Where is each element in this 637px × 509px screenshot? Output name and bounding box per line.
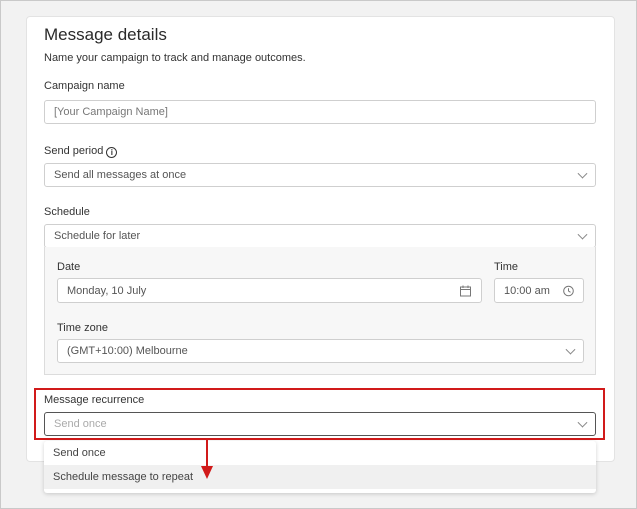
campaign-name-value: [Your Campaign Name] <box>54 106 168 118</box>
schedule-label: Schedule <box>44 206 90 218</box>
send-period-label: Send period <box>44 145 104 157</box>
dropdown-option-send-once[interactable]: Send once <box>44 441 596 465</box>
send-period-label-row: Send period i <box>44 145 118 158</box>
recurrence-select[interactable]: Send once <box>44 412 596 436</box>
page-title: Message details <box>44 25 167 44</box>
page-subtitle: Name your campaign to track and manage o… <box>44 52 306 64</box>
info-icon[interactable]: i <box>106 147 118 158</box>
calendar-icon[interactable] <box>460 285 471 296</box>
time-label: Time <box>494 261 519 273</box>
campaign-name-input[interactable]: [Your Campaign Name] <box>44 100 596 124</box>
timezone-value: (GMT+10:00) Melbourne <box>67 345 188 357</box>
timezone-select[interactable]: (GMT+10:00) Melbourne <box>57 339 584 363</box>
send-period-select[interactable]: Send all messages at once <box>44 163 596 187</box>
date-picker-input[interactable]: Monday, 10 July <box>57 278 482 303</box>
recurrence-placeholder: Send once <box>54 418 107 430</box>
timezone-label: Time zone <box>57 322 108 334</box>
date-value: Monday, 10 July <box>67 284 147 297</box>
date-label: Date <box>57 261 81 273</box>
recurrence-label: Message recurrence <box>44 394 145 406</box>
dropdown-option-repeat[interactable]: Schedule message to repeat <box>44 465 596 489</box>
time-picker-input[interactable]: 10:00 am <box>494 278 584 303</box>
send-period-value: Send all messages at once <box>54 169 187 181</box>
schedule-value: Schedule for later <box>54 230 141 242</box>
schedule-select[interactable]: Schedule for later <box>44 224 596 248</box>
annotation-arrow-icon <box>201 438 213 479</box>
campaign-name-label: Campaign name <box>44 80 125 92</box>
recurrence-dropdown-menu: Send once Schedule message to repeat <box>44 441 596 493</box>
clock-icon[interactable] <box>563 285 574 296</box>
